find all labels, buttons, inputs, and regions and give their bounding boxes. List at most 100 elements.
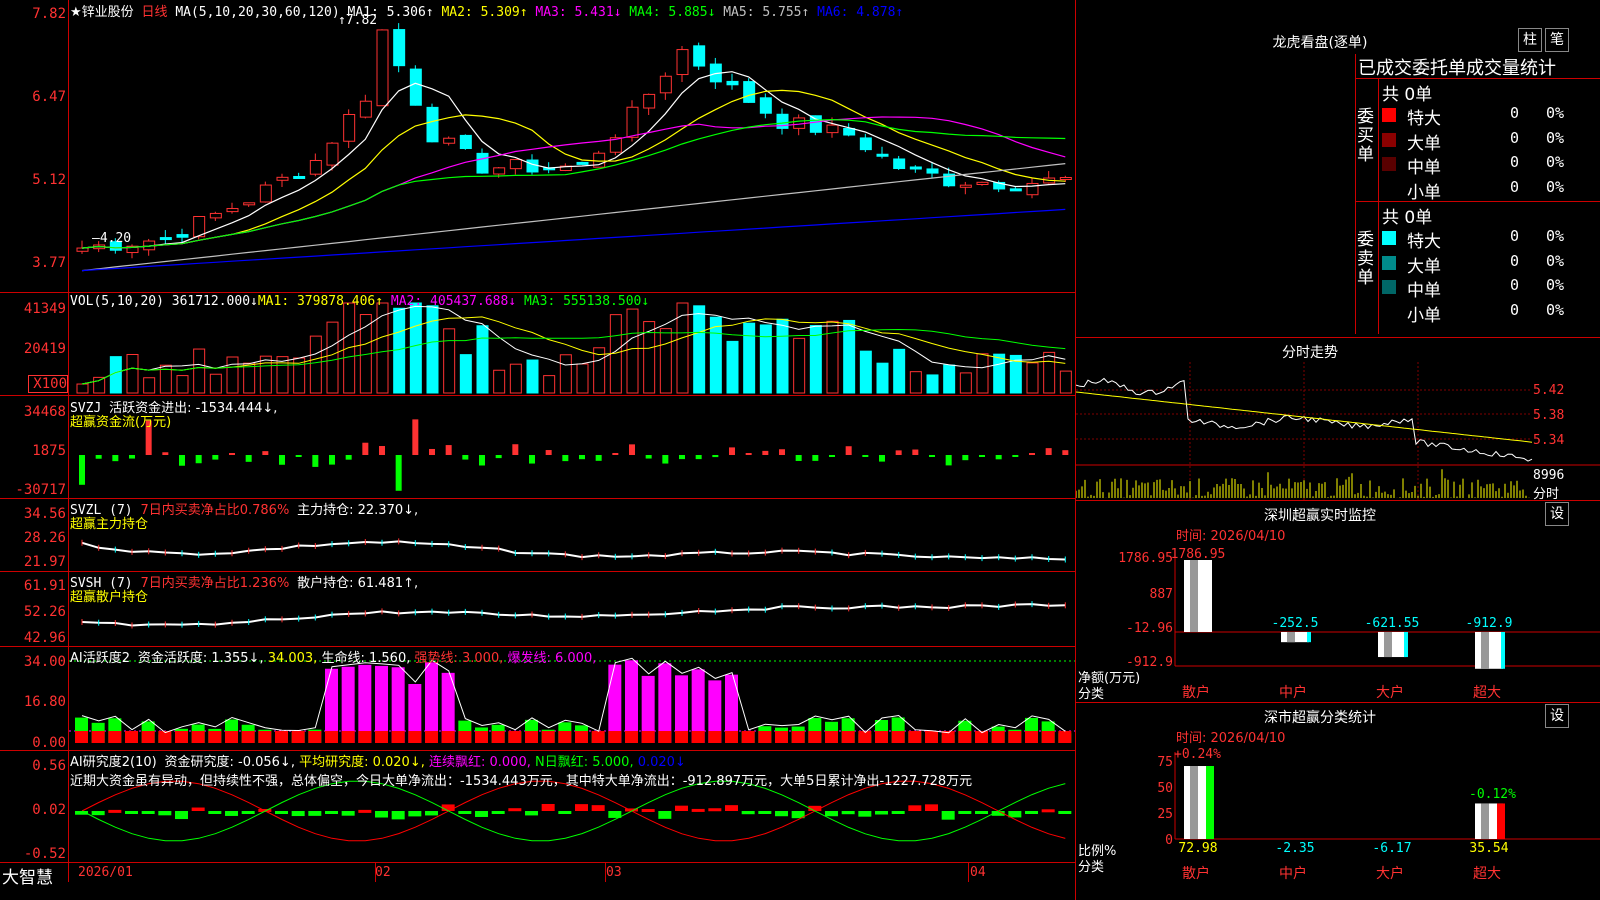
intraday-price-2: 5.38 [1533, 408, 1565, 423]
candle-body [876, 153, 889, 157]
svzj-bar [712, 455, 719, 458]
aiact-axis-2: 16.80 [23, 694, 66, 710]
volume-bar [626, 308, 639, 394]
volume-bar [493, 369, 506, 394]
date-axis-1: 2026/01 [78, 865, 133, 880]
ma-line-30 [81, 118, 1066, 249]
volume-bar [259, 355, 272, 394]
candle-body [759, 97, 772, 114]
aires-axis-1: 0.56 [32, 758, 66, 774]
ai-active-base [1041, 731, 1055, 743]
candle-body [809, 115, 822, 133]
candlestick-chart[interactable] [69, 0, 1075, 292]
lhb-line-1 [1355, 78, 1600, 79]
ma-label: MA(5,10,20,30,60,120) [175, 5, 340, 20]
svzj-bar [812, 455, 819, 461]
ai-active-base [275, 731, 288, 743]
candle-body [976, 181, 989, 186]
ai-research-bar [725, 805, 738, 811]
lhb-tabs[interactable]: 已成交委托单成交量统计 [1358, 54, 1556, 80]
ai-active-base [141, 731, 155, 743]
stock-title[interactable]: ★锌业股份 [70, 5, 134, 20]
right-divider-1 [1075, 337, 1600, 338]
ai-active-base [858, 731, 872, 743]
ai-active-bar [625, 660, 638, 743]
intraday-title: 分时走势 [1282, 345, 1338, 361]
svzj-axis-2: 1875 [32, 443, 66, 459]
svzj-bar [545, 450, 552, 455]
ai-active-base [775, 731, 788, 743]
ai-active-base [175, 731, 188, 743]
ai-active-base [375, 731, 388, 743]
svzj-bar [695, 455, 702, 460]
svsh-axis-1: 61.91 [23, 578, 66, 594]
svzj-bar [979, 455, 985, 457]
volume-bar [693, 305, 706, 394]
svzl-subtitle: 超赢主力持仓 [70, 517, 149, 532]
sz-class-axis-label: 75 [1157, 755, 1173, 770]
svsh-axis-2: 52.26 [23, 604, 66, 620]
sz-class-settings-button[interactable]: 设 [1545, 704, 1569, 728]
ai-active-base [608, 731, 622, 743]
order-row-name: 特大 [1407, 232, 1441, 252]
ai-research-bar [458, 811, 472, 814]
sz-monitor-bar-edge [1501, 632, 1505, 669]
candle-body [409, 68, 422, 106]
volume-bar [276, 356, 289, 394]
ai-active-base [758, 731, 772, 743]
ai-research-bar [875, 811, 888, 815]
candle-body [359, 100, 372, 118]
ai-research-bar [925, 804, 938, 811]
order-color-swatch [1382, 157, 1396, 171]
intraday-chart[interactable] [1076, 362, 1600, 500]
ai-active-base [341, 731, 355, 743]
svzj-bar [762, 450, 769, 455]
vol-axis-2: 20419 [23, 341, 66, 357]
ai-research-bar [308, 811, 322, 816]
ai-research-value-0: 资金研究度: -0.056↓, [164, 755, 300, 770]
sz-class-cat-label: 散户 [1182, 865, 1210, 882]
tick-mode-button[interactable]: 笔 [1545, 28, 1569, 52]
svsh-subtitle: 超赢散户持仓 [70, 590, 149, 605]
sz-monitor-chart[interactable]: 1786.95 887 -12.96 -912.9 1786.95 散户 -252.5 中户 -… [1076, 540, 1600, 702]
candle-body [176, 234, 189, 238]
ai-active-base [191, 731, 205, 743]
ai-research-bar [425, 811, 438, 816]
svzj-bar [279, 455, 285, 465]
sz-monitor-settings-button[interactable]: 设 [1545, 502, 1569, 526]
ai-active-base [591, 731, 605, 743]
bar-mode-button[interactable]: 柱 [1518, 28, 1542, 52]
svzl-line [81, 540, 1066, 561]
period-label[interactable]: 日线 [141, 5, 167, 20]
ai-research-value-4: 0.020↓ [637, 755, 686, 770]
svzj-bar [262, 451, 269, 455]
candle-body [259, 184, 272, 203]
ai-active-base [675, 731, 688, 743]
svzj-bar [429, 448, 435, 455]
svzj-bar [212, 455, 219, 460]
volume-bar [176, 375, 189, 394]
ai-research-bar [408, 811, 422, 817]
ai-active-base [308, 731, 322, 743]
aires-axis-2: 0.02 [32, 802, 66, 818]
ai-research-bar [941, 811, 955, 820]
volume-bar [243, 362, 256, 394]
sz-class-chart[interactable]: 75 50 25 0 72.98 散户 -2.35 中户 -6.17 大户 35.54 超大 +0.24… [1076, 742, 1600, 900]
ai-active-base [991, 731, 1005, 743]
svzj-bar [595, 455, 602, 461]
sz-class-value-label: 35.54 [1469, 841, 1508, 856]
ai-research-comment: 近期大资金虽有异动，但持续性不强，总体偏空，今日大单净流出：-1534.443万… [70, 774, 973, 789]
order-row-name: 大单 [1407, 256, 1441, 277]
ai-active-base [91, 731, 105, 743]
svsh-axis-3: 42.96 [23, 630, 66, 646]
vol-unit-badge[interactable]: X100 [28, 375, 68, 393]
candle-body [393, 29, 406, 67]
ai-research-bar [525, 811, 538, 816]
svzj-bar [512, 444, 519, 455]
volume-bar [309, 335, 322, 394]
ai-active-base [875, 731, 888, 743]
ai-research-bar [475, 811, 488, 817]
ai-active-value-3: 强势线: 3.000, [414, 651, 508, 666]
volume-bar [659, 328, 672, 394]
low-mark: —4.20 [92, 231, 132, 246]
